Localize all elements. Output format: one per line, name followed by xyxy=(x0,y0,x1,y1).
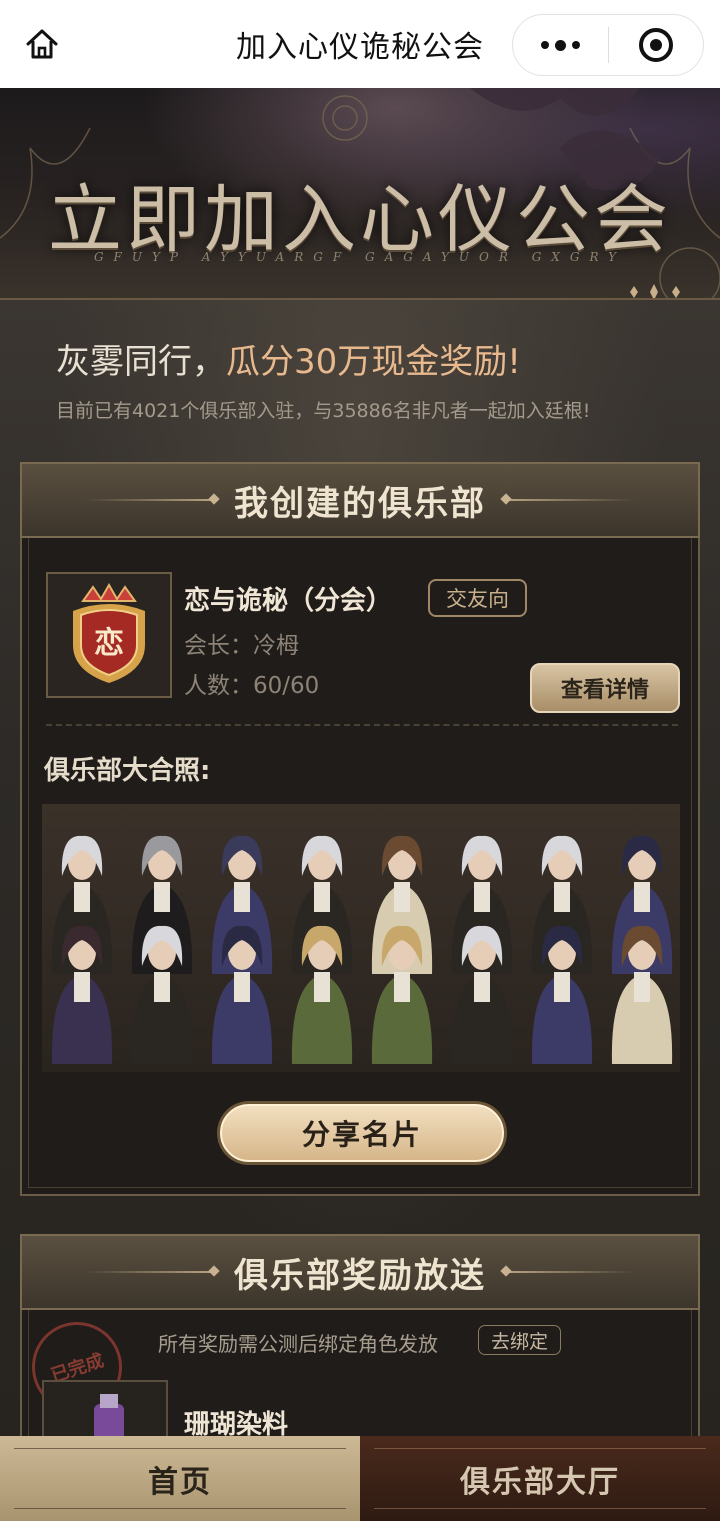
group-photo xyxy=(42,804,680,1072)
home-icon[interactable] xyxy=(22,24,62,64)
header-ornament-left xyxy=(86,499,216,501)
my-club-title: 我创建的俱乐部 xyxy=(234,483,486,524)
tab-home-frame xyxy=(14,1448,346,1509)
group-photo-image xyxy=(51,835,673,1064)
bind-button[interactable]: 去绑定 xyxy=(478,1325,562,1355)
reward-ornament-right xyxy=(504,1271,634,1273)
group-photo-label: 俱乐部大合照: xyxy=(44,756,211,786)
my-club-panel: 我创建的俱乐部 恋 恋与诡秘（分会） 交友向 会长：冷栂 人数：60/60 查看… xyxy=(20,462,700,1196)
headline-accent: 瓜分30万现金奖励! xyxy=(226,342,521,382)
nav-bar: 加入心仪诡秘公会 xyxy=(0,0,720,88)
view-details-button[interactable]: 查看详情 xyxy=(530,663,680,713)
reward-header: 俱乐部奖励放送 xyxy=(20,1234,700,1310)
club-leader: 会长：冷栂 xyxy=(184,633,299,659)
reward-ornament-left xyxy=(86,1271,216,1273)
headline-prefix: 灰雾同行， xyxy=(56,342,226,382)
header-ornament-right xyxy=(504,499,634,501)
club-reward-panel: 俱乐部奖励放送 已完成 所有奖励需公测后绑定角色发放 去绑定 珊瑚染料 xyxy=(20,1234,700,1462)
section-divider xyxy=(46,724,678,726)
club-emblem: 恋 xyxy=(46,572,172,698)
club-tag: 交友向 xyxy=(428,579,527,617)
reward-title: 俱乐部奖励放送 xyxy=(234,1255,486,1296)
mini-program-capsule xyxy=(512,14,704,76)
more-button[interactable] xyxy=(513,15,608,75)
page-title: 加入心仪诡秘公会 xyxy=(236,30,484,65)
more-dots-icon xyxy=(540,39,580,51)
club-badge-icon: 恋 xyxy=(73,583,145,683)
target-close-icon xyxy=(638,28,673,62)
share-card-button[interactable]: 分享名片 xyxy=(220,1104,504,1162)
tab-hall-frame xyxy=(374,1448,706,1509)
close-button[interactable] xyxy=(609,15,704,75)
hero-banner: 立即加入心仪公会 GFUYP AYYUARGF GAGAYUOR GXGRY xyxy=(0,88,720,300)
my-club-header: 我创建的俱乐部 xyxy=(20,462,700,538)
tab-club-hall[interactable]: 俱乐部大厅 xyxy=(360,1436,720,1521)
banner-subtitle: GFUYP AYYUARGF GAGAYUOR GXGRY xyxy=(93,250,627,264)
tab-home[interactable]: 首页 xyxy=(0,1436,360,1521)
club-emblem-char: 恋 xyxy=(94,626,124,661)
headline-subline: 目前已有4021个俱乐部入驻，与35886名非凡者一起加入廷根! xyxy=(56,400,591,422)
club-name: 恋与诡秘（分会） xyxy=(184,586,393,616)
bottom-tab-bar: 首页 俱乐部大厅 xyxy=(0,1436,720,1521)
club-members: 人数：60/60 xyxy=(184,673,320,699)
headline: 灰雾同行，瓜分30万现金奖励! xyxy=(56,334,521,383)
reward-note: 所有奖励需公测后绑定角色发放 xyxy=(158,1332,438,1356)
